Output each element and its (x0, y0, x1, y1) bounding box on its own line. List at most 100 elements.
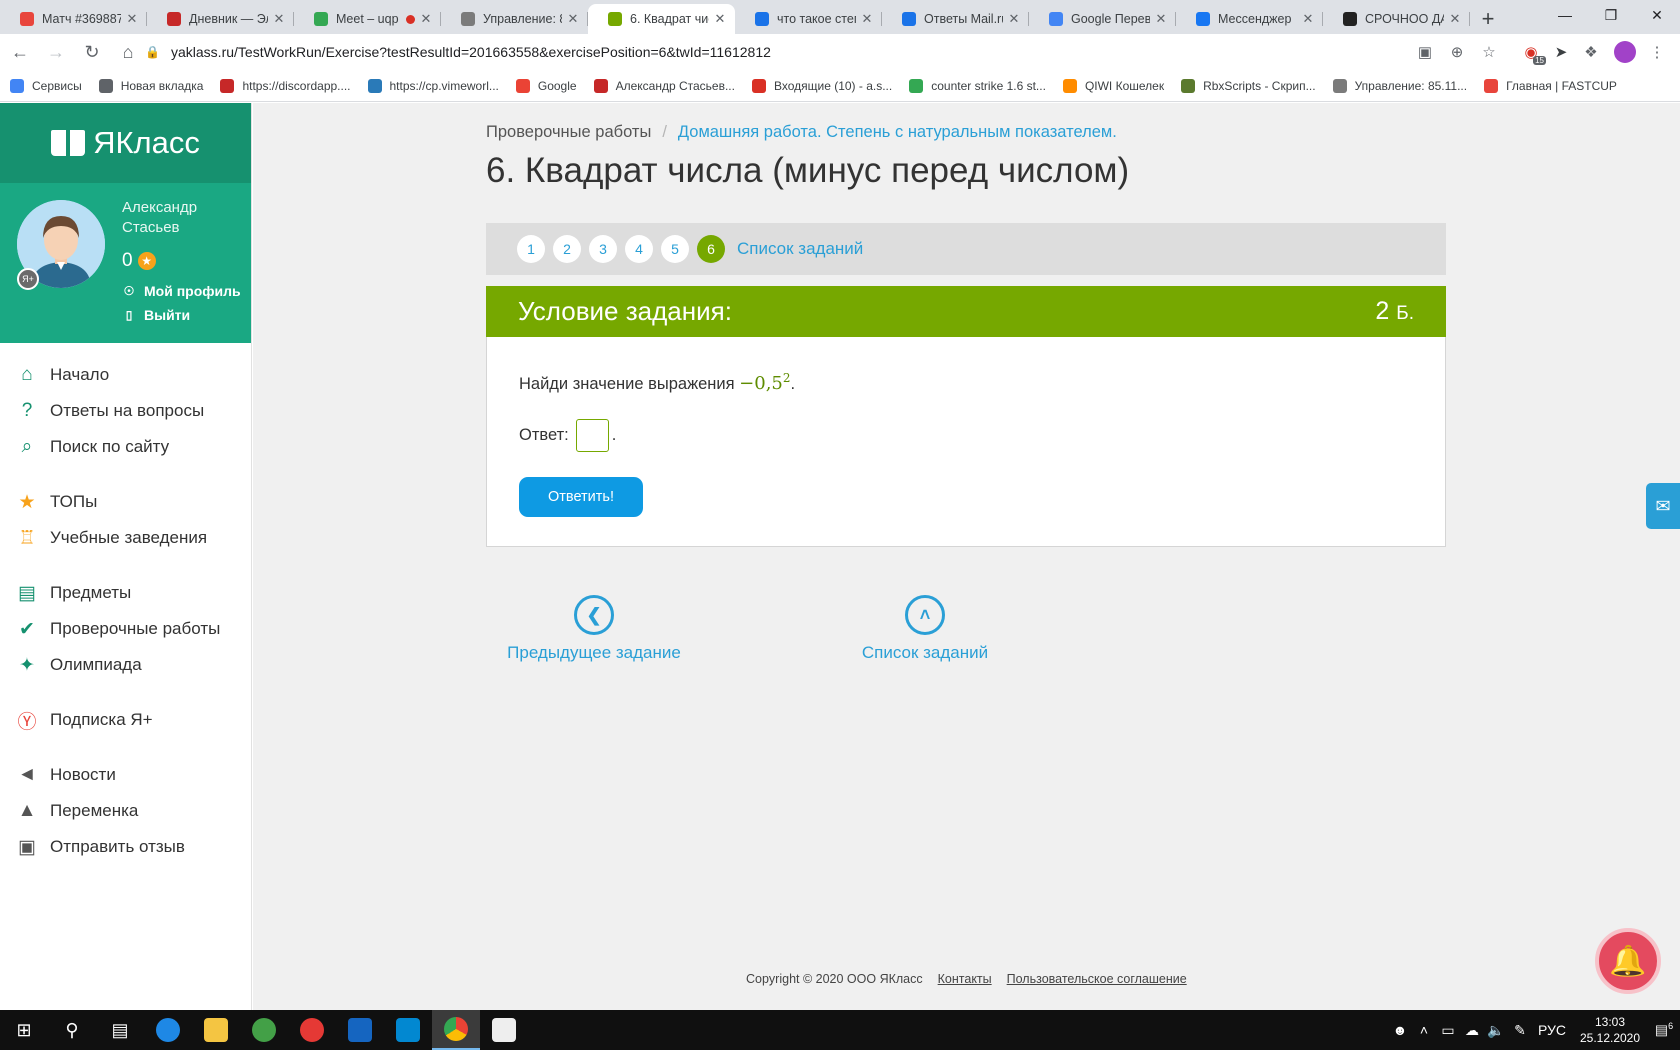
footer-terms-link[interactable]: Пользовательское соглашение (1007, 972, 1187, 986)
browser-tab[interactable]: Ответы Mail.ru ✕ (882, 4, 1029, 34)
bookmark-item[interactable]: QIWI Кошелек (1062, 78, 1164, 93)
tab-close-icon[interactable]: ✕ (860, 11, 874, 27)
tab-close-icon[interactable]: ✕ (1301, 11, 1315, 27)
sidebar-item[interactable]: ⌂ Начало (0, 357, 251, 393)
language-indicator[interactable]: РУС (1532, 1022, 1572, 1038)
app-download-icon[interactable] (336, 1010, 384, 1050)
bookmark-item[interactable]: Входящие (10) - a.s... (751, 78, 892, 93)
notification-bell-icon[interactable]: 🔔 (1595, 928, 1661, 994)
puzzle-icon[interactable]: ❖ (1578, 38, 1604, 66)
browser-tab[interactable]: Meet – uqp ✕ (294, 4, 441, 34)
bookmark-item[interactable]: Google (515, 78, 577, 93)
footer-contacts-link[interactable]: Контакты (938, 972, 992, 986)
logout-link[interactable]: ▯ Выйти (122, 307, 190, 323)
sidebar-item[interactable]: ◄ Новости (0, 757, 251, 793)
tab-close-icon[interactable]: ✕ (272, 11, 286, 27)
bookmark-item[interactable]: https://cp.vimeworl... (367, 78, 499, 93)
breadcrumb-current[interactable]: Домашняя работа. Степень с натуральным п… (678, 123, 1117, 142)
bookmark-item[interactable]: Главная | FASTCUP (1484, 78, 1617, 93)
my-profile-link[interactable]: ☉ Мой профиль (122, 283, 241, 299)
extension-icon[interactable]: ◉ 15 (1518, 38, 1546, 66)
sidebar-item[interactable]: ♖ Учебные заведения (0, 520, 251, 556)
browser-tab[interactable]: Управление: 85.11 ✕ (441, 4, 588, 34)
chevron-up-icon[interactable]: ˄ (905, 595, 945, 635)
browser-tab[interactable]: СРОЧНОО ДАЮ ✕ (1323, 4, 1470, 34)
site-logo[interactable]: ЯКласс (0, 103, 251, 183)
browser-tab[interactable]: Мессенджер ✕ (1176, 4, 1323, 34)
tab-close-icon[interactable]: ✕ (566, 11, 580, 27)
restore-icon[interactable]: ❐ (1588, 0, 1634, 30)
browser-tab[interactable]: Дневник — Электронный ✕ (147, 4, 294, 34)
task-list-link[interactable]: Список заданий (737, 239, 863, 259)
tab-close-icon[interactable]: ✕ (1448, 11, 1462, 27)
minimize-icon[interactable]: — (1542, 0, 1588, 30)
bookmark-item[interactable]: Сервисы (10, 78, 82, 93)
new-tab-button[interactable]: + (1470, 4, 1506, 34)
sidebar-item[interactable]: ▤ Предметы (0, 575, 251, 611)
breadcrumb-root[interactable]: Проверочные работы (486, 123, 651, 142)
tray-chevron-up-icon[interactable]: ˄ (1412, 1022, 1436, 1038)
sidebar-item[interactable]: Ⓨ Подписка Я+ (0, 702, 251, 738)
sidebar-item[interactable]: ⌕ Поиск по сайту (0, 429, 251, 465)
task-number-3[interactable]: 3 (589, 235, 617, 263)
browser-tab[interactable]: что такое степень ✕ (735, 4, 882, 34)
submit-answer-button[interactable]: Ответить! (519, 477, 643, 517)
sidebar-item[interactable]: ▲ Переменка (0, 793, 251, 829)
yandex-browser-icon[interactable] (288, 1010, 336, 1050)
file-explorer-icon[interactable] (192, 1010, 240, 1050)
task-number-6[interactable]: 6 (697, 235, 725, 263)
sidebar-item[interactable]: ✔ Проверочные работы (0, 611, 251, 647)
cast-icon[interactable]: ▣ (1412, 38, 1438, 66)
tab-close-icon[interactable]: ✕ (1007, 11, 1021, 27)
task-list-nav-link[interactable]: ˄ Список заданий (825, 595, 1025, 663)
sidebar-item[interactable]: ★ ТОПы (0, 484, 251, 520)
browser-tab[interactable]: Матч #36988787 ✕ (0, 4, 147, 34)
people-icon[interactable]: ☻ (1388, 1022, 1412, 1038)
add-bookmark-icon[interactable]: ⊕ (1444, 38, 1470, 66)
windows-start-icon[interactable]: ⊞ (0, 1010, 48, 1050)
sidebar-item[interactable]: ? Ответы на вопросы (0, 393, 251, 429)
task-view-icon[interactable]: ▤ (96, 1010, 144, 1050)
close-window-icon[interactable]: ✕ (1634, 0, 1680, 30)
volume-icon[interactable]: 🔈 (1484, 1022, 1508, 1039)
chrome-icon[interactable] (432, 1010, 480, 1050)
task-number-1[interactable]: 1 (517, 235, 545, 263)
previous-task-link[interactable]: ❮ Предыдущее задание (494, 595, 694, 663)
sidebar-item[interactable]: ▣ Отправить отзыв (0, 829, 251, 865)
tab-close-icon[interactable]: ✕ (713, 11, 727, 27)
pen-icon[interactable]: ✎ (1508, 1022, 1532, 1039)
user-name[interactable]: Александр Стасьев (122, 198, 232, 238)
menu-dots-icon[interactable]: ⋮ (1644, 38, 1670, 66)
clock[interactable]: 13:03 25.12.2020 (1572, 1014, 1648, 1046)
reload-icon[interactable]: ↻ (76, 36, 108, 68)
action-center-icon[interactable]: ▤6 (1648, 1021, 1680, 1039)
search-icon[interactable]: ⚲ (48, 1010, 96, 1050)
address-bar[interactable]: 🔒 yaklass.ru/TestWorkRun/Exercise?testRe… (145, 38, 1475, 66)
lock-icon[interactable]: 🔒 (145, 45, 161, 59)
tab-close-icon[interactable]: ✕ (1154, 11, 1168, 27)
home-icon[interactable]: ⌂ (112, 36, 144, 68)
bookmark-item[interactable]: Новая вкладка (98, 78, 203, 93)
cloud-icon[interactable]: ☁ (1460, 1022, 1484, 1039)
task-number-2[interactable]: 2 (553, 235, 581, 263)
cursor-extension-icon[interactable]: ➤ (1548, 38, 1574, 66)
back-icon[interactable]: ← (4, 36, 36, 68)
tab-close-icon[interactable]: ✕ (419, 11, 433, 27)
bookmark-item[interactable]: https://discordapp.... (220, 78, 351, 93)
forward-icon[interactable]: → (40, 36, 72, 68)
edge-icon[interactable] (144, 1010, 192, 1050)
task-number-5[interactable]: 5 (661, 235, 689, 263)
browser-tab[interactable]: 6. Квадрат числа ✕ (588, 4, 735, 34)
profile-avatar-icon[interactable] (1612, 38, 1638, 66)
bookmark-item[interactable]: Управление: 85.11... (1332, 78, 1467, 93)
mail-feedback-icon[interactable]: ✉ (1646, 483, 1680, 529)
network-icon[interactable]: ▭ (1436, 1022, 1460, 1039)
bookmark-item[interactable]: Александр Стасьев... (593, 78, 735, 93)
counter-strike-icon[interactable] (480, 1010, 528, 1050)
star-bookmark-icon[interactable]: ☆ (1476, 38, 1502, 66)
sidebar-item[interactable]: ✦ Олимпиада (0, 647, 251, 683)
tab-close-icon[interactable]: ✕ (125, 11, 139, 27)
vimeworld-icon[interactable] (384, 1010, 432, 1050)
bookmark-item[interactable]: RbxScripts - Скрип... (1181, 78, 1316, 93)
bookmark-item[interactable]: counter strike 1.6 st... (909, 78, 1046, 93)
